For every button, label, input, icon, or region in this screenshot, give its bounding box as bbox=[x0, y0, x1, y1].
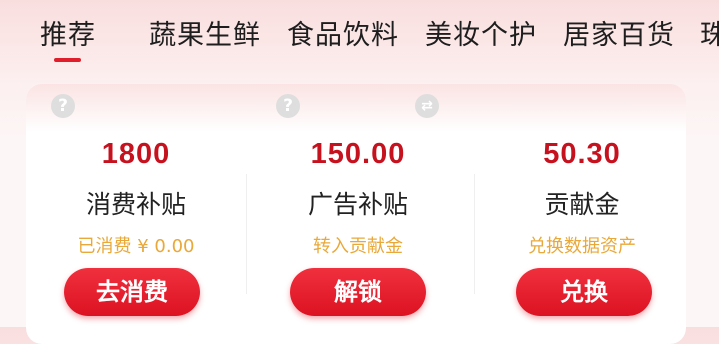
category-tabs: 推荐 蔬果生鲜 食品饮料 美妆个护 居家百货 珠 bbox=[0, 0, 719, 80]
column-divider bbox=[246, 174, 247, 294]
exchange-button[interactable]: 兑换 bbox=[516, 268, 652, 316]
tab-food-drinks[interactable]: 食品饮料 bbox=[287, 18, 399, 54]
contribution-amount: 50.30 bbox=[543, 138, 621, 170]
tab-fresh-produce[interactable]: 蔬果生鲜 bbox=[149, 18, 261, 54]
tab-recommend[interactable]: 推荐 bbox=[40, 18, 96, 54]
tab-jewelry-partial[interactable]: 珠 bbox=[700, 18, 719, 54]
consumption-subsidy-sub: 已消费 ¥ 0.00 bbox=[77, 236, 195, 257]
ad-subsidy-label: 广告补贴 bbox=[307, 190, 408, 219]
contribution-label: 贡献金 bbox=[544, 190, 620, 219]
consumption-subsidy-column: 1800 消费补贴 已消费 ¥ 0.00 去消费 bbox=[26, 84, 246, 344]
subsidy-card: ? ? ⇄ 1800 消费补贴 已消费 ¥ 0.00 去消费 150.00 广告… bbox=[26, 84, 686, 344]
consumption-subsidy-label: 消费补贴 bbox=[85, 190, 186, 219]
unlock-button[interactable]: 解锁 bbox=[290, 268, 426, 316]
contribution-sub: 兑换数据资产 bbox=[528, 236, 636, 257]
tab-home-goods[interactable]: 居家百货 bbox=[563, 18, 675, 54]
ad-subsidy-sub: 转入贡献金 bbox=[313, 236, 403, 257]
go-consume-button[interactable]: 去消费 bbox=[64, 268, 200, 316]
tab-beauty-care[interactable]: 美妆个护 bbox=[425, 18, 537, 54]
active-tab-indicator bbox=[54, 58, 81, 62]
ad-subsidy-amount: 150.00 bbox=[310, 138, 406, 170]
contribution-column: 50.30 贡献金 兑换数据资产 兑换 bbox=[472, 84, 692, 344]
consumption-subsidy-amount: 1800 bbox=[101, 138, 171, 170]
ad-subsidy-column: 150.00 广告补贴 转入贡献金 解锁 bbox=[248, 84, 468, 344]
